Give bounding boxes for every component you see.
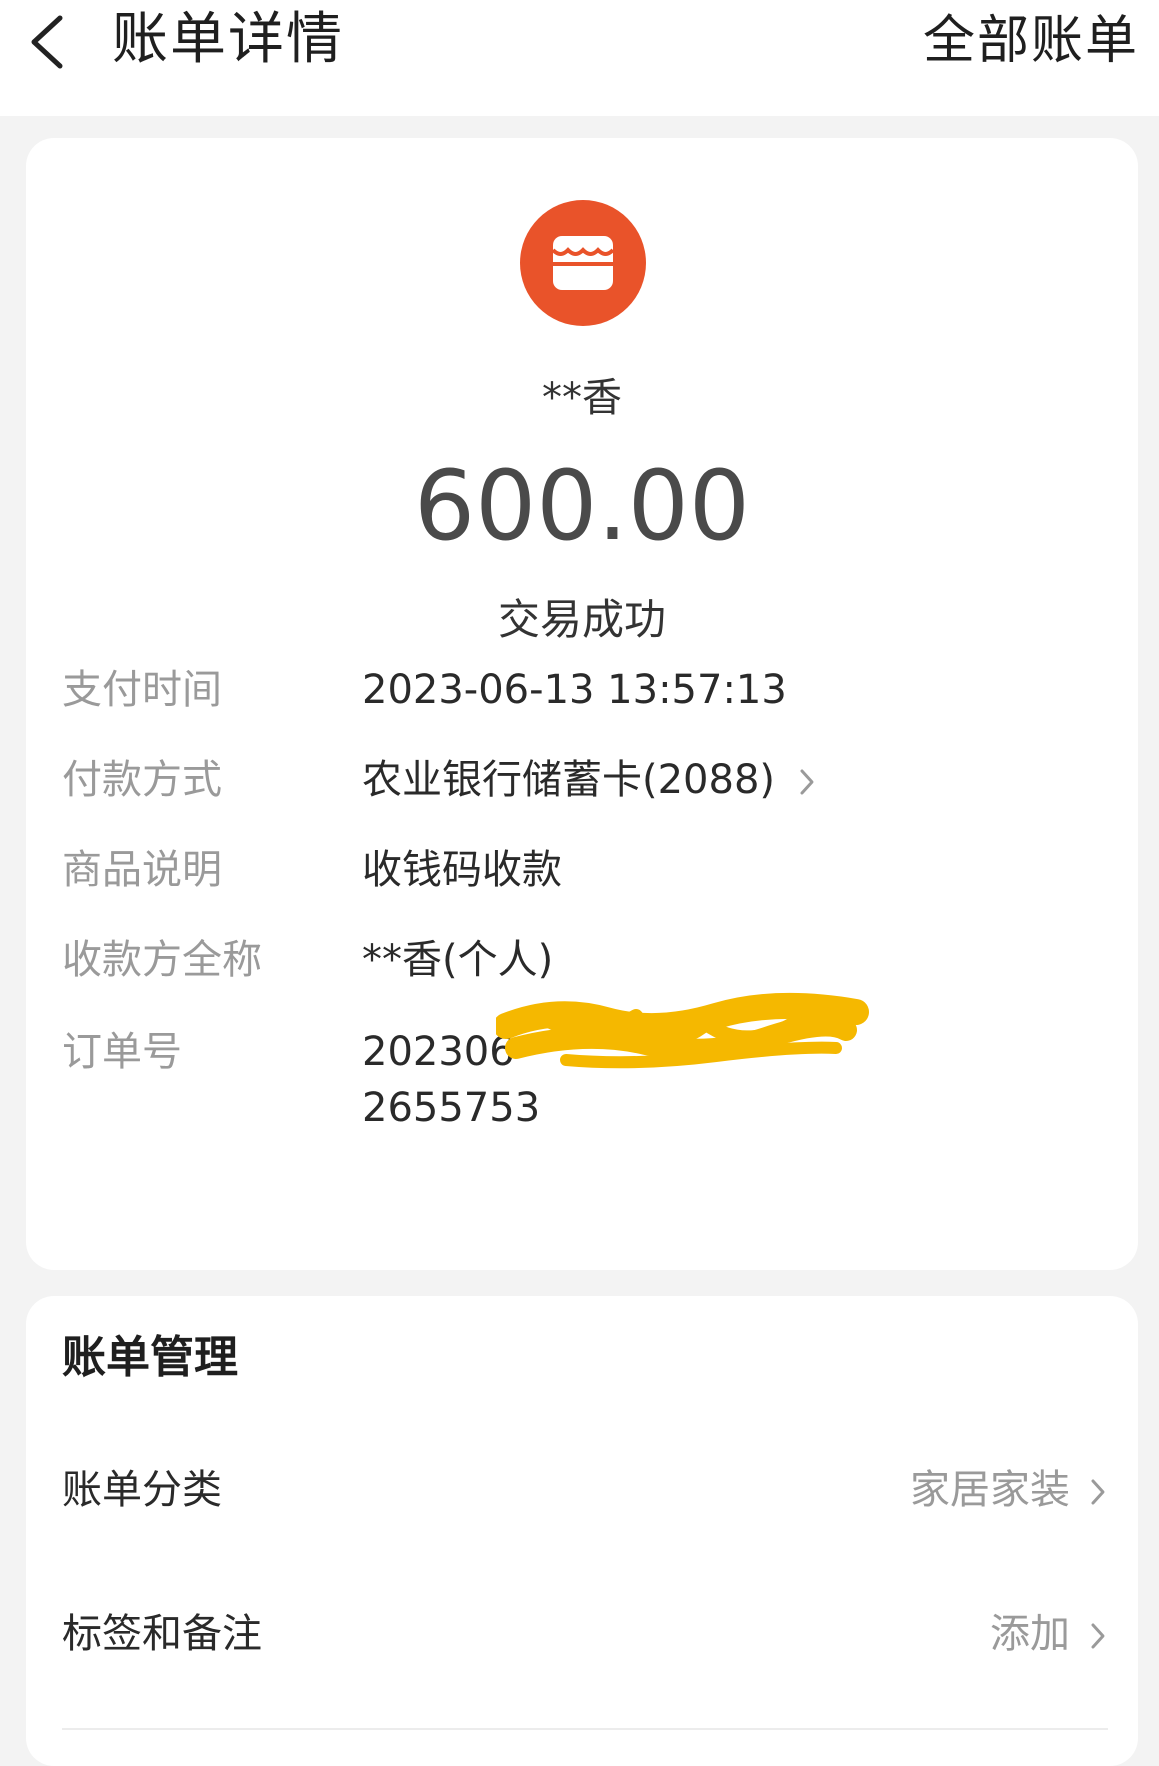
bill-category-row[interactable]: 家居家装 <box>910 1462 1108 1518</box>
payment-time-value: 2023-06-13 13:57:13 <box>362 667 787 713</box>
all-bills-link[interactable]: 全部账单 <box>923 6 1139 76</box>
payment-time-label: 支付时间 <box>62 667 222 713</box>
payee-fullname-label: 收款方全称 <box>62 937 262 983</box>
top-bar: 账单详情 全部账单 <box>0 0 1159 116</box>
product-desc-value: 收钱码收款 <box>362 847 562 893</box>
order-number-suffix: 2655753 <box>362 1085 541 1131</box>
bill-management-title: 账单管理 <box>62 1332 238 1383</box>
bill-management-card: 账单管理 账单分类 家居家装 标签和备注 添加 <box>26 1296 1138 1766</box>
payee-fullname-value: **香(个人) <box>362 937 554 983</box>
order-number-label: 订单号 <box>62 1029 182 1075</box>
payee-name: **香 <box>542 375 622 421</box>
redaction-scribble <box>496 992 869 1069</box>
chevron-right-icon <box>1091 1479 1105 1505</box>
chevron-right-icon <box>800 769 814 795</box>
payment-method-label: 付款方式 <box>62 757 222 803</box>
transaction-status: 交易成功 <box>497 595 666 644</box>
order-number-prefix: 202306 <box>362 1029 515 1075</box>
merchant-avatar <box>520 200 646 326</box>
tags-notes-label: 标签和备注 <box>62 1611 262 1657</box>
bill-category-label: 账单分类 <box>62 1467 222 1513</box>
store-icon <box>551 236 615 290</box>
product-desc-label: 商品说明 <box>62 847 222 893</box>
tags-notes-value: 添加 <box>990 1611 1070 1657</box>
payment-method-row[interactable]: 农业银行储蓄卡(2088) <box>362 752 817 808</box>
tags-notes-row[interactable]: 添加 <box>990 1606 1108 1662</box>
payment-method-value: 农业银行储蓄卡(2088) <box>362 757 776 803</box>
transaction-amount: 600.00 <box>414 450 750 562</box>
chevron-right-icon <box>1091 1623 1105 1649</box>
row-divider <box>62 1728 1108 1730</box>
back-arrow-icon[interactable] <box>26 12 70 72</box>
page-title: 账单详情 <box>112 7 344 72</box>
transaction-card: **香 600.00 交易成功 支付时间 2023-06-13 13:57:13… <box>26 138 1138 1270</box>
bill-category-value: 家居家装 <box>910 1467 1070 1513</box>
